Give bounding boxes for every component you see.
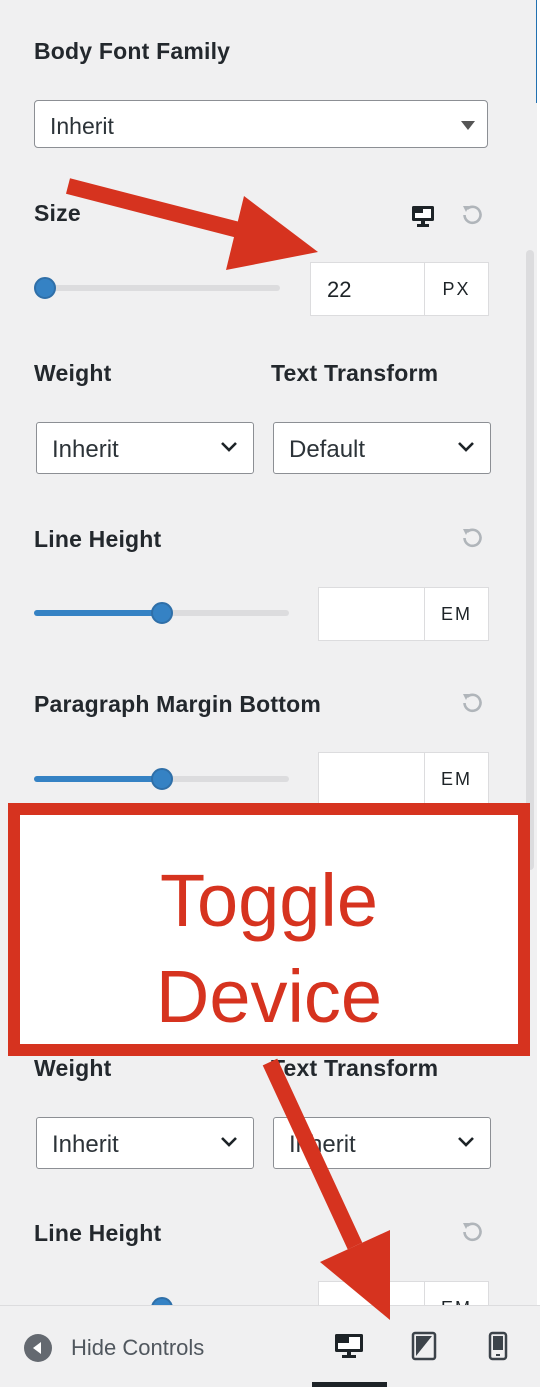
size-slider-thumb[interactable] bbox=[34, 277, 56, 299]
chevron-down-icon bbox=[221, 1137, 237, 1147]
paragraph-margin-bottom-label: Paragraph Margin Bottom bbox=[34, 691, 322, 717]
paragraph-margin-slider-fill bbox=[34, 776, 162, 782]
chevron-down-icon bbox=[221, 442, 237, 452]
text-transform-select-2[interactable]: Inherit bbox=[273, 1117, 491, 1169]
line-height-label-2: Line Height bbox=[34, 1220, 162, 1246]
line-height-slider-thumb[interactable] bbox=[151, 602, 173, 624]
customizer-footer: Hide Controls bbox=[0, 1305, 540, 1387]
line-height-slider-fill bbox=[34, 610, 162, 616]
hide-controls-button[interactable]: Hide Controls bbox=[71, 1335, 204, 1361]
body-font-family-label: Body Font Family bbox=[34, 38, 231, 64]
reset-icon[interactable] bbox=[460, 691, 484, 715]
callout-text: Toggle Device bbox=[20, 853, 518, 1045]
mobile-icon bbox=[488, 1331, 508, 1361]
text-transform-select[interactable]: Default bbox=[273, 422, 491, 474]
callout-line-1: Toggle bbox=[159, 859, 379, 942]
weight-label: Weight bbox=[34, 360, 112, 386]
reset-icon[interactable] bbox=[460, 526, 484, 550]
preview-tablet-button[interactable] bbox=[394, 1306, 454, 1387]
tablet-icon bbox=[411, 1331, 437, 1361]
size-value: 22 bbox=[327, 277, 352, 302]
reset-icon[interactable] bbox=[460, 203, 484, 227]
size-unit-button[interactable]: PX bbox=[424, 263, 488, 315]
desktop-icon bbox=[335, 1334, 363, 1358]
scrollbar[interactable] bbox=[526, 250, 534, 870]
line-height-unit-button-2[interactable]: EM bbox=[424, 1282, 488, 1305]
line-height-input[interactable]: EM bbox=[318, 587, 489, 641]
paragraph-margin-slider-thumb[interactable] bbox=[151, 768, 173, 790]
paragraph-margin-unit-button[interactable]: EM bbox=[424, 753, 488, 805]
weight-select[interactable]: Inherit bbox=[36, 422, 254, 474]
body-font-family-value: Inherit bbox=[50, 113, 114, 139]
chevron-down-icon bbox=[458, 442, 474, 452]
hide-controls-icon[interactable] bbox=[24, 1334, 52, 1362]
size-slider-track[interactable] bbox=[34, 285, 280, 291]
line-height-slider-thumb-2[interactable] bbox=[151, 1297, 173, 1305]
desktop-responsive-icon[interactable] bbox=[410, 203, 436, 229]
text-transform-value: Default bbox=[289, 436, 366, 463]
preview-mobile-button[interactable] bbox=[468, 1306, 528, 1387]
weight-value-2: Inherit bbox=[52, 1131, 119, 1158]
text-transform-value-2: Inherit bbox=[289, 1131, 356, 1158]
line-height-unit-button[interactable]: EM bbox=[424, 588, 488, 640]
active-device-indicator bbox=[312, 1382, 387, 1387]
preview-desktop-button[interactable] bbox=[319, 1306, 379, 1387]
customizer-controls-panel: Body Font Family Inherit Size 22 PX Weig… bbox=[0, 0, 540, 1305]
chevron-down-icon bbox=[458, 1137, 474, 1147]
callout-line-2: Device bbox=[155, 955, 383, 1038]
body-font-family-select[interactable]: Inherit bbox=[34, 100, 488, 148]
toggle-device-callout: Toggle Device bbox=[8, 803, 530, 1056]
line-height-label: Line Height bbox=[34, 526, 162, 552]
text-transform-label-2: Text Transform bbox=[271, 1055, 439, 1081]
weight-select-2[interactable]: Inherit bbox=[36, 1117, 254, 1169]
triangle-down-icon bbox=[461, 121, 475, 130]
size-input[interactable]: 22 PX bbox=[310, 262, 489, 316]
size-label: Size bbox=[34, 200, 81, 226]
text-transform-label: Text Transform bbox=[271, 360, 439, 386]
weight-value: Inherit bbox=[52, 436, 119, 463]
line-height-input-2[interactable]: EM bbox=[318, 1281, 489, 1305]
weight-label-2: Weight bbox=[34, 1055, 112, 1081]
reset-icon[interactable] bbox=[460, 1220, 484, 1244]
paragraph-margin-input[interactable]: EM bbox=[318, 752, 489, 806]
